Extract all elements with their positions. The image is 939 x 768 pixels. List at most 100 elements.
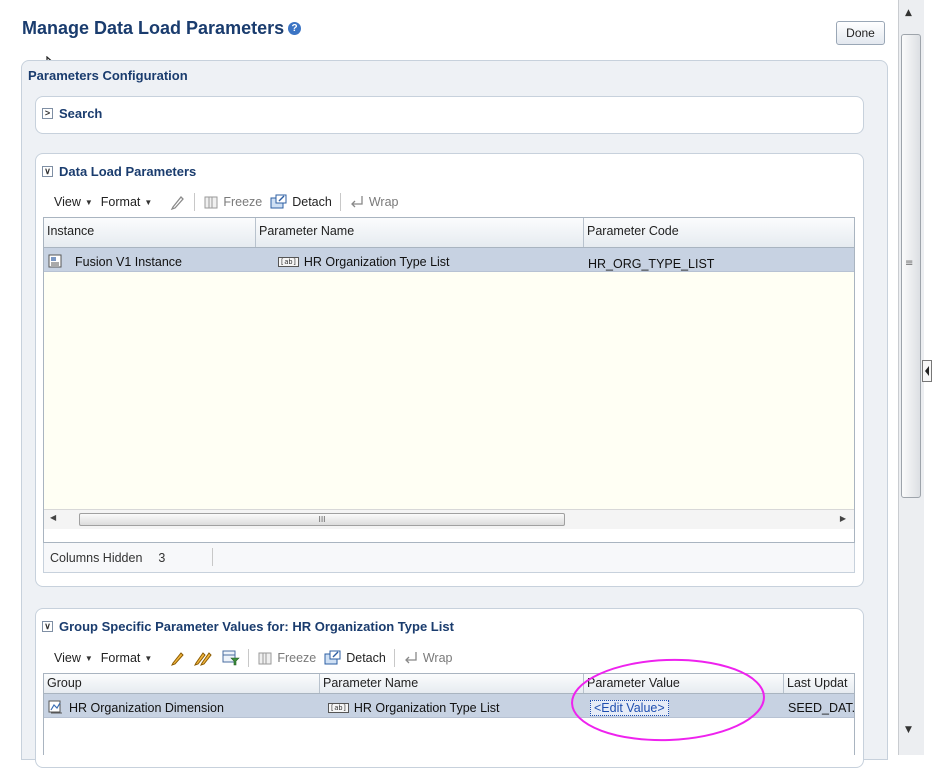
detach-label: Detach	[346, 651, 386, 665]
detach-icon	[270, 194, 287, 209]
columns-hidden-status: Columns Hidden 3	[50, 551, 165, 565]
column-header-last-updated[interactable]: Last Updat	[784, 674, 854, 693]
column-header-parameter-name[interactable]: Parameter Name	[256, 218, 584, 247]
columns-hidden-count: 3	[158, 551, 166, 565]
wrap-button[interactable]: Wrap	[403, 650, 453, 666]
wrap-icon	[404, 652, 417, 664]
page-title-text: Manage Data Load Parameters	[22, 18, 285, 38]
column-header-group[interactable]: Group	[44, 674, 320, 693]
instance-cell: Fusion V1 Instance	[44, 248, 256, 271]
scroll-up-icon[interactable]: ▲	[905, 8, 912, 18]
collapse-icon[interactable]: ∨	[42, 621, 53, 632]
parameters-configuration-title: Parameters Configuration	[28, 68, 188, 83]
edit-button[interactable]	[170, 194, 186, 210]
data-load-parameters-header[interactable]: ∨ Data Load Parameters	[42, 164, 196, 179]
detach-button[interactable]: Detach	[270, 194, 332, 210]
expand-icon[interactable]: >	[42, 108, 53, 119]
table-row[interactable]: Fusion V1 Instance [ab] HR Organization …	[44, 248, 854, 272]
format-menu[interactable]: Format ▼	[101, 651, 153, 665]
parameter-name-value: HR Organization Type List	[303, 254, 450, 269]
last-updated-value: SEED_DAT.	[788, 700, 854, 715]
group-dimension-icon	[48, 700, 62, 714]
wrap-icon	[350, 196, 363, 208]
wrap-button[interactable]: Wrap	[349, 194, 399, 210]
edit-all-button[interactable]	[194, 650, 214, 666]
freeze-button[interactable]: Freeze	[203, 194, 262, 210]
horizontal-scroll-thumb[interactable]: III	[79, 513, 565, 526]
instance-icon	[48, 254, 62, 268]
parameter-name-cell: [ab] HR Organization Type List	[256, 248, 584, 271]
group-specific-toolbar: View ▼ Format ▼ Freeze Detach Wrap	[54, 648, 452, 668]
table-header: Instance Parameter Name Parameter Code	[44, 218, 854, 248]
search-title: Search	[59, 106, 103, 121]
columns-hidden-label: Columns Hidden	[50, 551, 143, 565]
text-field-icon: [ab]	[278, 256, 299, 267]
view-menu[interactable]: View ▼	[54, 651, 93, 665]
parameter-name-cell: [ab] HR Organization Type List	[320, 694, 584, 717]
data-load-parameters-title: Data Load Parameters	[59, 164, 197, 179]
toolbar-separator	[393, 649, 395, 667]
format-menu-label: Format	[100, 651, 141, 665]
toolbar-separator	[339, 193, 341, 211]
last-updated-cell: SEED_DAT.	[784, 694, 854, 717]
scroll-grip-icon: ≡	[905, 258, 914, 269]
view-menu-label: View	[54, 651, 81, 665]
query-by-example-button[interactable]	[222, 650, 241, 666]
double-pencil-icon	[194, 652, 212, 666]
scroll-right-icon[interactable]: ▶	[840, 514, 846, 523]
instance-value: Fusion V1 Instance	[75, 254, 183, 269]
panel-splitter-handle[interactable]	[922, 360, 932, 382]
chevron-down-icon: ▼	[144, 197, 153, 207]
group-value: HR Organization Dimension	[69, 700, 224, 715]
column-header-instance[interactable]: Instance	[44, 218, 256, 247]
column-header-parameter-code[interactable]: Parameter Code	[584, 218, 854, 247]
scroll-left-icon[interactable]: ◀	[50, 513, 56, 522]
highlight-circle-annotation	[571, 658, 765, 742]
scroll-down-icon[interactable]: ▼	[905, 725, 912, 735]
chevron-down-icon: ▼	[84, 653, 93, 663]
text-field-icon: [ab]	[328, 702, 349, 713]
toolbar-separator	[248, 649, 250, 667]
horizontal-scrollbar[interactable]: ◀ III ▶	[44, 509, 854, 529]
pencil-icon	[171, 652, 184, 666]
detach-icon	[324, 650, 341, 665]
detach-button[interactable]: Detach	[324, 650, 386, 666]
group-specific-header[interactable]: ∨ Group Specific Parameter Values for: H…	[42, 619, 454, 634]
parameter-name-value: HR Organization Type List	[353, 700, 500, 715]
format-menu-label: Format	[100, 195, 141, 209]
parameter-code-cell: HR_ORG_TYPE_LIST	[584, 248, 854, 271]
page-title: Manage Data Load Parameters ?	[22, 18, 302, 39]
collapse-left-icon	[925, 366, 929, 376]
detach-label: Detach	[292, 195, 332, 209]
scroll-grip-icon: III	[318, 515, 326, 524]
search-section	[35, 96, 864, 134]
toolbar-separator	[194, 193, 196, 211]
data-load-parameters-table: Instance Parameter Name Parameter Code F…	[43, 217, 855, 543]
filter-table-icon	[222, 650, 241, 666]
wrap-label: Wrap	[422, 651, 453, 665]
table-empty-area	[44, 272, 854, 509]
edit-button[interactable]	[170, 650, 186, 666]
collapse-icon[interactable]: ∨	[42, 166, 53, 177]
help-icon[interactable]: ?	[288, 22, 302, 35]
parameter-code-value: HR_ORG_TYPE_LIST	[588, 256, 715, 271]
search-header[interactable]: > Search	[42, 106, 102, 121]
freeze-button[interactable]: Freeze	[257, 650, 316, 666]
freeze-label: Freeze	[277, 651, 317, 665]
view-menu[interactable]: View ▼	[54, 195, 93, 209]
pencil-icon	[171, 196, 185, 210]
freeze-icon	[258, 652, 272, 665]
done-button[interactable]: Done	[836, 21, 885, 45]
group-specific-title: Group Specific Parameter Values for: HR …	[59, 619, 454, 634]
group-cell: HR Organization Dimension	[44, 694, 320, 717]
chevron-down-icon: ▼	[84, 197, 93, 207]
data-load-toolbar: View ▼ Format ▼ Freeze Detach Wrap	[54, 192, 398, 212]
format-menu[interactable]: Format ▼	[101, 195, 153, 209]
chevron-down-icon: ▼	[144, 653, 153, 663]
freeze-icon	[204, 196, 218, 209]
wrap-label: Wrap	[368, 195, 399, 209]
column-header-parameter-name[interactable]: Parameter Name	[320, 674, 584, 693]
freeze-label: Freeze	[223, 195, 263, 209]
view-menu-label: View	[54, 195, 81, 209]
status-separator	[212, 548, 213, 566]
